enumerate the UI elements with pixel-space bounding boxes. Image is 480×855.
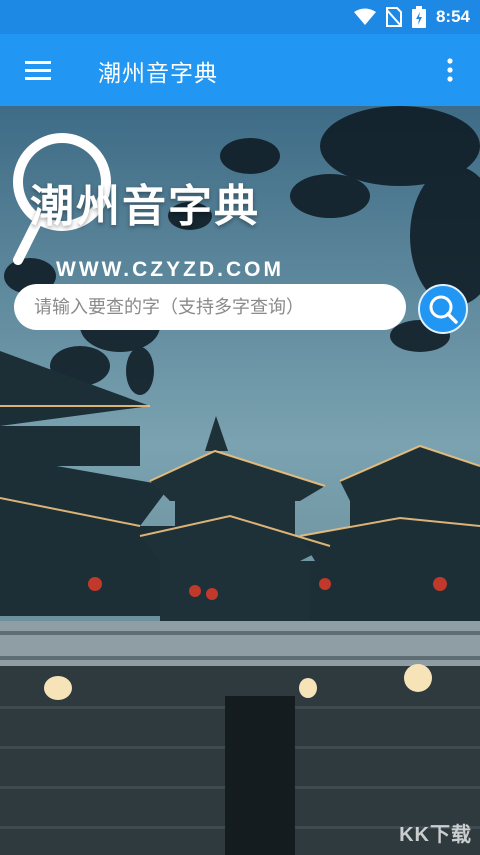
hero-background: 潮州音字典 WWW.CZYZD.COM KK下载	[0, 106, 480, 855]
search-input[interactable]	[14, 284, 406, 330]
watermark: KK下载	[399, 824, 472, 846]
logo: 潮州音字典 WWW.CZYZD.COM	[12, 130, 352, 281]
hamburger-menu-icon	[25, 61, 51, 80]
status-time: 8:54	[435, 7, 470, 26]
overflow-menu-button[interactable]	[438, 52, 462, 88]
logo-title: 潮州音字典	[30, 181, 260, 232]
wifi-icon	[353, 8, 376, 25]
app-bar: 潮州音字典	[0, 34, 480, 106]
overflow-menu-icon	[447, 58, 453, 82]
status-bar: 8:54	[0, 0, 480, 34]
app-title: 潮州音字典	[98, 61, 218, 87]
navigation-menu-button[interactable]	[18, 52, 58, 88]
search-icon	[429, 295, 458, 324]
search-button[interactable]	[418, 284, 468, 334]
status-icons: 8:54	[353, 6, 470, 28]
logo-url: WWW.CZYZD.COM	[56, 258, 284, 281]
battery-charging-icon	[411, 6, 426, 28]
no-sim-icon	[385, 7, 402, 27]
